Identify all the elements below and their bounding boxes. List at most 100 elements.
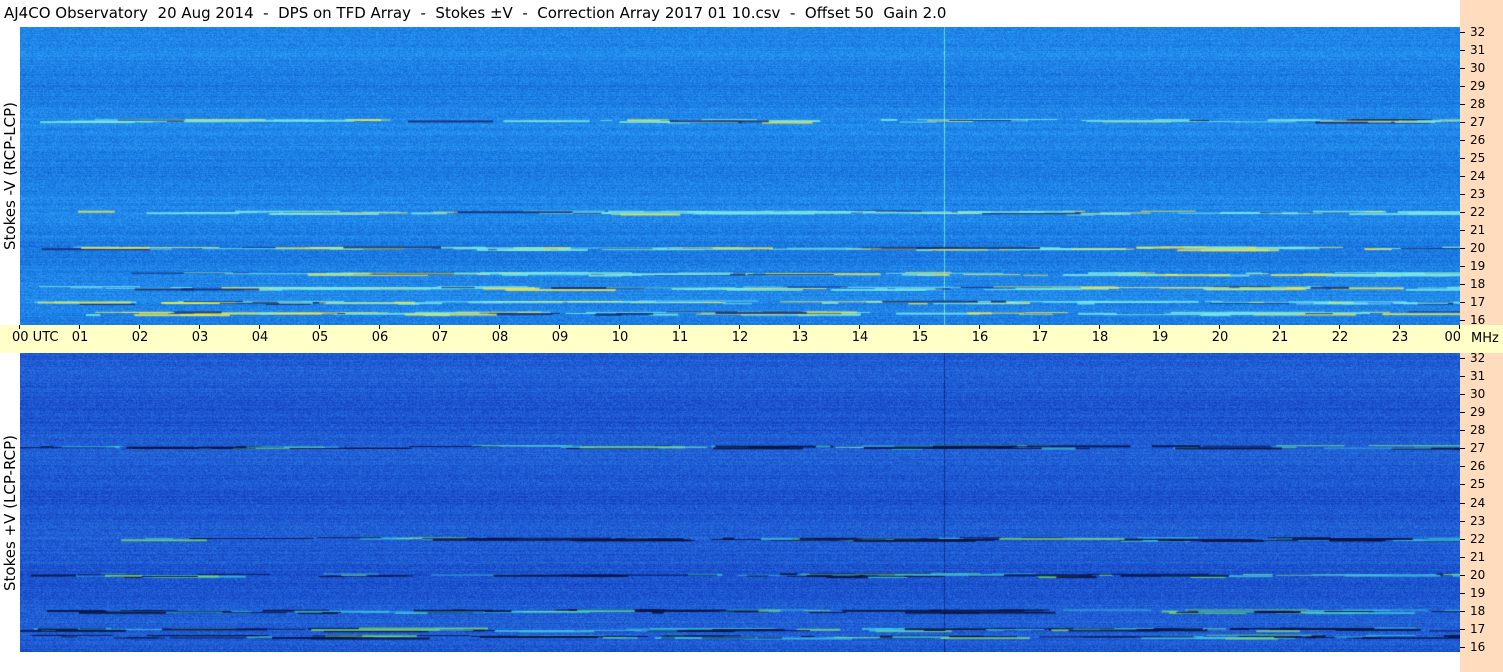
- freq-tick-label: 18: [1470, 277, 1486, 291]
- freq-tick: [1460, 647, 1465, 648]
- freq-tick-label: 31: [1470, 369, 1486, 384]
- freq-tick: [1460, 176, 1465, 177]
- time-tick: [79, 325, 80, 329]
- freq-tick: [1460, 86, 1465, 87]
- time-tick-label: 13: [791, 330, 809, 345]
- y-axis-label-bottom-text: Stokes +V (LCP-RCP): [1, 434, 19, 591]
- freq-tick-label: 26: [1470, 459, 1486, 474]
- freq-tick-label: 29: [1470, 79, 1486, 93]
- time-tick-label: 06: [371, 330, 389, 345]
- time-tick: [559, 325, 560, 329]
- freq-axis-bottom: 32 31 30 29 28 27 26 25 24 23 22 21 20 19 18 17 16: [1460, 352, 1503, 672]
- freq-tick: [1460, 212, 1465, 213]
- freq-tick: [1460, 358, 1465, 359]
- freq-tick: [1460, 266, 1465, 267]
- freq-tick-label: 30: [1470, 61, 1486, 75]
- time-tick-label: 03: [191, 330, 209, 345]
- freq-tick: [1460, 32, 1465, 33]
- time-tick: [19, 325, 20, 329]
- freq-tick-label: 27: [1470, 441, 1486, 456]
- freq-tick: [1460, 502, 1465, 504]
- time-tick: [919, 325, 920, 329]
- freq-tick: [1460, 466, 1465, 468]
- freq-tick: [1460, 394, 1465, 396]
- y-axis-label-top-text: Stokes -V (RCP-LCP): [1, 102, 19, 250]
- time-tick-label: 15: [911, 330, 929, 345]
- freq-tick: [1460, 158, 1465, 159]
- time-tick-label: 14: [851, 330, 869, 345]
- freq-tick: [1460, 556, 1465, 558]
- freq-tick: [1460, 50, 1465, 51]
- freq-tick: [1460, 68, 1465, 69]
- freq-tick: [1460, 430, 1465, 432]
- time-tick: [1279, 325, 1280, 329]
- time-tick: [799, 325, 800, 329]
- freq-axis-top: 32 31 30 29 28 27 26 25 24 23 22 21 20 19 18 17 16: [1460, 0, 1503, 326]
- time-tick-label: 09: [551, 330, 569, 345]
- freq-tick: [1460, 122, 1465, 123]
- time-tick: [1039, 325, 1040, 329]
- freq-tick: [1460, 628, 1465, 630]
- spectrogram-bottom: [20, 353, 1460, 652]
- time-tick: [1339, 325, 1340, 329]
- freq-tick-label: 20: [1470, 567, 1486, 582]
- freq-tick-label: 24: [1470, 495, 1486, 510]
- freq-tick: [1460, 248, 1465, 249]
- time-tick-label: 20: [1211, 330, 1229, 345]
- freq-tick-label: 32: [1470, 25, 1486, 39]
- time-tick-label: 07: [431, 330, 449, 345]
- freq-tick-label: 29: [1470, 405, 1486, 420]
- time-tick: [259, 325, 260, 329]
- time-tick-label: 04: [251, 330, 269, 345]
- time-tick: [499, 325, 500, 329]
- freq-tick-label: 16: [1470, 640, 1486, 654]
- freq-tick: [1460, 320, 1465, 321]
- freq-tick: [1460, 104, 1465, 105]
- time-tick-label: 01: [71, 330, 89, 345]
- freq-tick-label: 20: [1470, 241, 1486, 255]
- time-tick: [139, 325, 140, 329]
- time-tick-label: 22: [1331, 330, 1349, 345]
- freq-tick: [1460, 610, 1465, 612]
- time-tick-label: 11: [671, 330, 689, 345]
- freq-tick: [1460, 520, 1465, 522]
- freq-tick-label: 23: [1470, 513, 1486, 528]
- freq-tick-label: 23: [1470, 187, 1486, 201]
- freq-tick-label: 22: [1470, 205, 1486, 219]
- freq-tick-label: 21: [1470, 549, 1486, 564]
- freq-tick-label: 24: [1470, 169, 1486, 183]
- freq-unit-label: MHz: [1471, 331, 1499, 346]
- freq-tick: [1460, 448, 1465, 450]
- freq-tick: [1460, 412, 1465, 414]
- freq-tick-label: 17: [1470, 621, 1486, 636]
- y-axis-label-bottom: Stokes +V (LCP-RCP): [0, 353, 20, 672]
- time-tick: [1159, 325, 1160, 329]
- freq-tick-label: 28: [1470, 423, 1486, 438]
- time-tick: [439, 325, 440, 329]
- freq-tick-label: 31: [1470, 43, 1486, 57]
- time-tick-label: 23: [1391, 330, 1409, 345]
- time-tick-label: 08: [491, 330, 509, 345]
- freq-tick: [1460, 302, 1465, 303]
- chart-title: AJ4CO Observatory 20 Aug 2014 - DPS on T…: [0, 0, 1460, 27]
- time-tick: [859, 325, 860, 329]
- time-tick-label: 00 UTC: [12, 330, 59, 345]
- freq-tick: [1460, 376, 1465, 378]
- freq-tick-label: 21: [1470, 223, 1486, 237]
- freq-tick-label: 25: [1470, 477, 1486, 492]
- time-tick: [379, 325, 380, 329]
- time-tick-label: 10: [611, 330, 629, 345]
- freq-tick-label: 22: [1470, 531, 1486, 546]
- time-tick-label: 16: [971, 330, 989, 345]
- spectrogram-top: [20, 27, 1460, 325]
- time-axis: 00 UTC 01 02 03 04 05 06 07 08 09 10 11 12 13 14 15 16 17…: [0, 325, 1461, 353]
- time-tick: [1399, 325, 1400, 329]
- bottom-margin: [20, 652, 1460, 672]
- freq-tick: [1460, 194, 1465, 195]
- freq-tick-label: 19: [1470, 585, 1486, 600]
- time-tick: [979, 325, 980, 329]
- freq-tick: [1460, 484, 1465, 486]
- time-tick: [319, 325, 320, 329]
- freq-tick: [1460, 230, 1465, 231]
- freq-tick: [1460, 538, 1465, 540]
